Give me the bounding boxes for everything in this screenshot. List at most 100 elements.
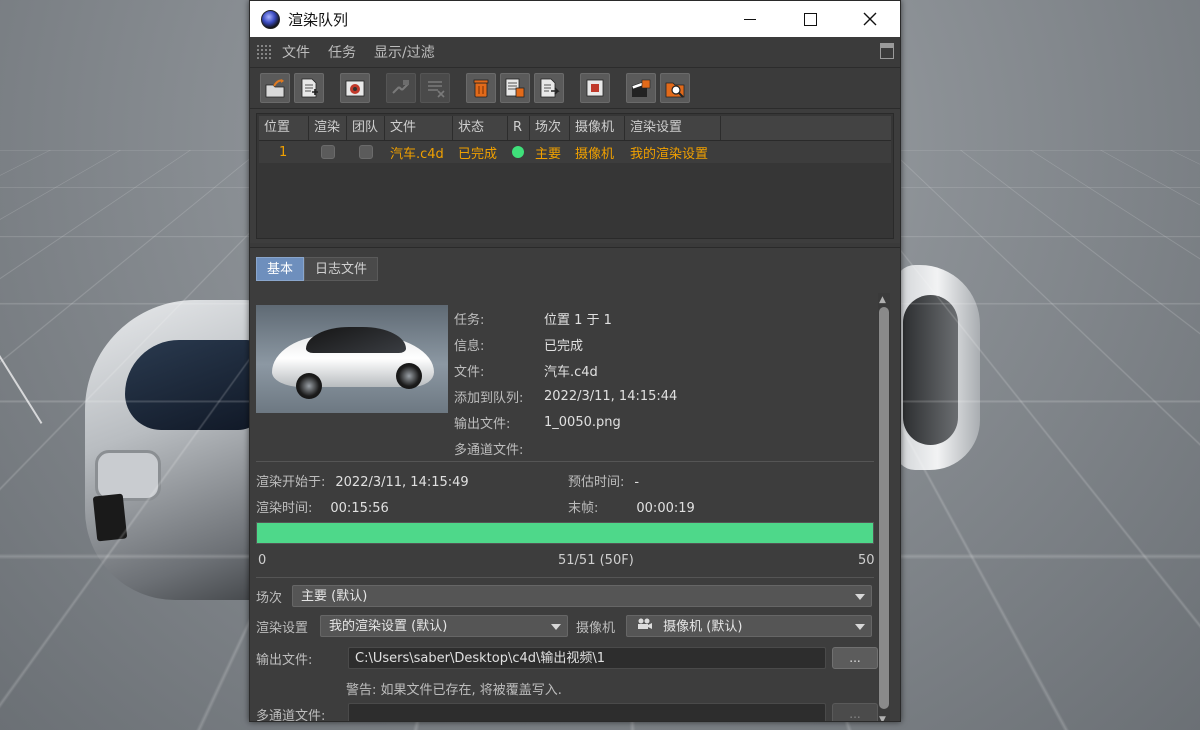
stat-start-value: 2022/3/11, 14:15:49 xyxy=(335,475,469,490)
col-r[interactable]: R xyxy=(508,116,530,140)
camera-select[interactable]: 摄像机 (默认) xyxy=(626,615,872,637)
delete-button[interactable] xyxy=(466,73,496,103)
menu-view-filter[interactable]: 显示/过滤 xyxy=(374,42,435,62)
details-tabs: 基本 日志文件 xyxy=(256,257,900,281)
stat-start-label: 渲染开始于: xyxy=(256,475,326,490)
row-render-setting: 我的渲染设置 xyxy=(630,146,709,162)
stat-render-time: 渲染时间: 00:15:56 xyxy=(256,497,389,516)
open-folder-button[interactable] xyxy=(260,73,290,103)
stat-last-label: 末帧: xyxy=(568,501,599,516)
info-output-value: 1_0050.png xyxy=(544,414,621,430)
camera-select-value: 摄像机 (默认) xyxy=(663,619,743,635)
render-setting-row: 渲染设置 我的渲染设置 (默认) 摄像机 摄像机 (默认) xyxy=(256,615,872,637)
export-button[interactable] xyxy=(534,73,564,103)
search-folder-button[interactable] xyxy=(660,73,690,103)
film-render-button[interactable] xyxy=(626,73,656,103)
panel-layout-icon[interactable] xyxy=(880,43,894,59)
render-queue-window: 渲染队列 文件 任务 显示/过滤 位置 渲染 团队 文件 状态 R 场次 摄像机… xyxy=(249,0,901,722)
toolbar xyxy=(250,68,900,109)
info-added-value: 2022/3/11, 14:15:44 xyxy=(544,388,678,404)
render-button[interactable] xyxy=(340,73,370,103)
col-spacer xyxy=(721,116,891,140)
render-setting-label: 渲染设置 xyxy=(256,620,309,636)
progress-max-label: 50 xyxy=(858,553,875,568)
car-plate xyxy=(92,493,128,542)
row-render-checkbox-cell xyxy=(309,145,347,160)
minimize-button[interactable] xyxy=(720,1,780,37)
preview-wheel-rear xyxy=(396,363,422,389)
add-document-icon xyxy=(301,78,318,98)
separator xyxy=(256,577,874,578)
output-browse-button[interactable]: ... xyxy=(832,647,878,669)
col-render[interactable]: 渲染 xyxy=(309,116,347,140)
render-icon xyxy=(345,80,365,97)
row-status: 已完成 xyxy=(458,146,498,162)
info-message-label: 信息: xyxy=(454,338,485,354)
col-position[interactable]: 位置 xyxy=(259,116,309,140)
col-team[interactable]: 团队 xyxy=(347,116,385,140)
multipass-file-row: 多通道文件: ... xyxy=(256,703,878,721)
render-setting-select[interactable]: 我的渲染设置 (默认) xyxy=(320,615,568,637)
menu-task[interactable]: 任务 xyxy=(328,42,356,62)
delete-icon xyxy=(473,79,489,98)
stat-eta-label: 预估时间: xyxy=(568,475,625,490)
col-render-setting[interactable]: 渲染设置 xyxy=(625,116,721,140)
info-row-task: 任务: 位置 1 于 1 xyxy=(454,305,677,331)
scroll-down-icon[interactable]: ▼ xyxy=(879,715,886,721)
render-progress-bar xyxy=(256,522,874,544)
multipass-file-input[interactable] xyxy=(348,703,826,721)
add-document-button[interactable] xyxy=(294,73,324,103)
link-disabled-button[interactable] xyxy=(420,73,450,103)
cinema4d-app-icon xyxy=(261,9,280,29)
table-header: 位置 渲染 团队 文件 状态 R 场次 摄像机 渲染设置 xyxy=(259,116,891,141)
col-status[interactable]: 状态 xyxy=(453,116,508,140)
take-row: 场次 主要 (默认) xyxy=(256,585,872,607)
info-file-value: 汽车.c4d xyxy=(544,364,598,380)
progress-min-label: 0 xyxy=(258,553,267,568)
table-row[interactable]: 1 汽车.c4d 已完成 主要 摄像机 我的渲染设置 xyxy=(259,141,891,163)
camera-icon xyxy=(637,616,653,638)
title-bar[interactable]: 渲染队列 xyxy=(250,1,900,37)
progress-fill xyxy=(257,523,873,543)
scroll-thumb[interactable] xyxy=(879,307,889,709)
search-folder-icon xyxy=(665,82,685,98)
scroll-up-icon[interactable]: ▲ xyxy=(879,295,886,305)
tab-log[interactable]: 日志文件 xyxy=(304,257,379,281)
col-take[interactable]: 场次 xyxy=(530,116,570,140)
maximize-button[interactable] xyxy=(780,1,840,37)
delete-all-icon xyxy=(505,78,525,98)
render-preview-image xyxy=(256,305,448,413)
info-message-value: 已完成 xyxy=(544,338,584,354)
link-button[interactable] xyxy=(386,73,416,103)
output-file-input[interactable]: C:\Users\saber\Desktop\c4d\输出视频\1 xyxy=(348,647,826,669)
overwrite-warning: 警告: 如果文件已存在, 将被覆盖写入. xyxy=(346,683,562,698)
info-added-label: 添加到队列: xyxy=(454,390,524,406)
open-folder-icon xyxy=(265,79,285,98)
multipass-browse-button[interactable]: ... xyxy=(832,703,878,721)
stop-render-button[interactable] xyxy=(580,73,610,103)
minimize-icon xyxy=(744,18,756,20)
col-file[interactable]: 文件 xyxy=(385,116,453,140)
info-file-label: 文件: xyxy=(454,364,485,380)
stat-eta: 预估时间: - xyxy=(568,471,639,490)
window-controls xyxy=(720,1,900,37)
team-checkbox[interactable] xyxy=(359,145,373,159)
row-camera: 摄像机 xyxy=(575,146,615,162)
row-r-cell xyxy=(508,145,530,160)
close-button[interactable] xyxy=(840,1,900,37)
details-scrollbar[interactable]: ▲ ▼ xyxy=(878,293,890,721)
delete-all-button[interactable] xyxy=(500,73,530,103)
take-select[interactable]: 主要 (默认) xyxy=(292,585,872,607)
link-disabled-icon xyxy=(428,81,445,98)
render-checkbox[interactable] xyxy=(321,145,335,159)
details-panel: 基本 日志文件 ▲ ▼ 任务: 位置 1 于 1 信息: 已完成 文件: 汽车.… xyxy=(250,257,900,721)
splitter[interactable] xyxy=(250,243,900,248)
info-multipass-label: 多通道文件: xyxy=(454,442,524,458)
col-camera[interactable]: 摄像机 xyxy=(570,116,625,140)
stat-start: 渲染开始于: 2022/3/11, 14:15:49 xyxy=(256,471,469,490)
stat-last-value: 00:00:19 xyxy=(636,501,695,516)
menu-file[interactable]: 文件 xyxy=(282,42,310,62)
grip-handle-icon[interactable] xyxy=(256,44,272,60)
info-row-file: 文件: 汽车.c4d xyxy=(454,357,677,383)
tab-basic[interactable]: 基本 xyxy=(256,257,305,281)
